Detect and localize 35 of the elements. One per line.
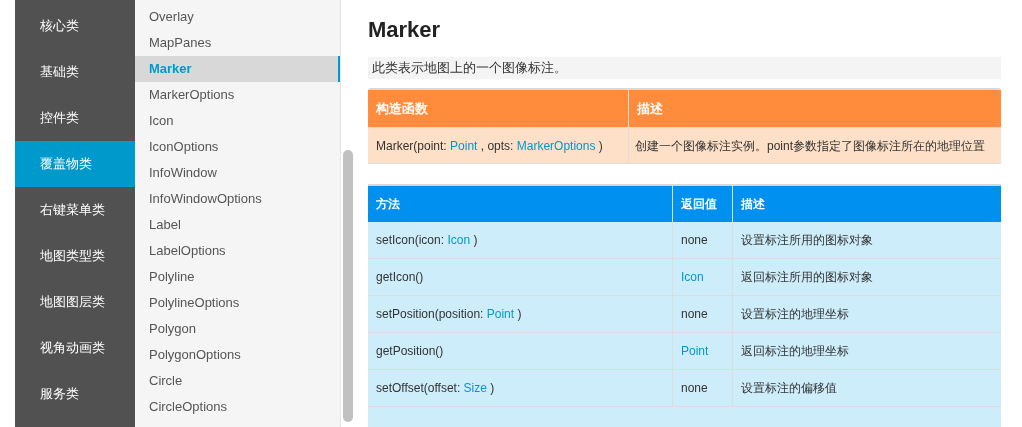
table-cell: 返回标注所用的图标对象 (732, 259, 1001, 295)
table-cell: none (672, 296, 732, 332)
class-description: 此类表示地图上的一个图像标注。 (372, 59, 567, 78)
table-cell-text: getPosition() (375, 343, 445, 360)
class-list-item[interactable]: Polyline (135, 264, 340, 290)
table-cell: 设置标注的偏移值 (732, 370, 1001, 406)
class-list-item[interactable]: Icon (135, 108, 340, 134)
table-cell-text: setOffset(offset: Size ) (375, 378, 496, 399)
class-list-item[interactable]: CircleOptions (135, 394, 340, 420)
class-list-item[interactable]: MarkerOptions (135, 82, 340, 108)
class-list-item[interactable]: PolylineOptions (135, 290, 340, 316)
class-list-item[interactable]: LabelOptions (135, 238, 340, 264)
class-list-item[interactable]: Polygon (135, 316, 340, 342)
table-cell: none (672, 370, 732, 406)
table-cell: 设置标注所用的图标对象 (732, 222, 1001, 258)
table-cell-text: setIcon(icon: Icon ) (375, 230, 479, 251)
scrollbar-thumb[interactable] (343, 150, 353, 422)
table-cell: 返回标注的地理坐标 (732, 333, 1001, 369)
class-list-item[interactable]: InfoWindow (135, 160, 340, 186)
table-cell: 创建一个图像标注实例。point参数指定了图像标注所在的地理位置 (628, 128, 1001, 163)
page-title: Marker (368, 16, 442, 44)
table-cell-text: setPosition(position: Point ) (375, 304, 523, 325)
column-header: 方法 (375, 196, 401, 213)
column-header: 构造函数 (375, 99, 429, 118)
class-list-item[interactable]: Overlay (135, 4, 340, 30)
class-list-item[interactable]: MapPanes (135, 30, 340, 56)
class-list-item[interactable]: Circle (135, 368, 340, 394)
table-cell-text: Marker(point: Point , opts: MarkerOptions ) (375, 135, 604, 157)
table-cell: 设置标注的地理坐标 (732, 296, 1001, 332)
table-cell: none (672, 222, 732, 258)
table-cell-text: getIcon() (375, 269, 425, 286)
class-list-item[interactable]: IconOptions (135, 134, 340, 160)
class-list-item[interactable]: InfoWindowOptions (135, 186, 340, 212)
class-list-item[interactable]: Label (135, 212, 340, 238)
class-list-item[interactable]: PolygonOptions (135, 342, 340, 368)
